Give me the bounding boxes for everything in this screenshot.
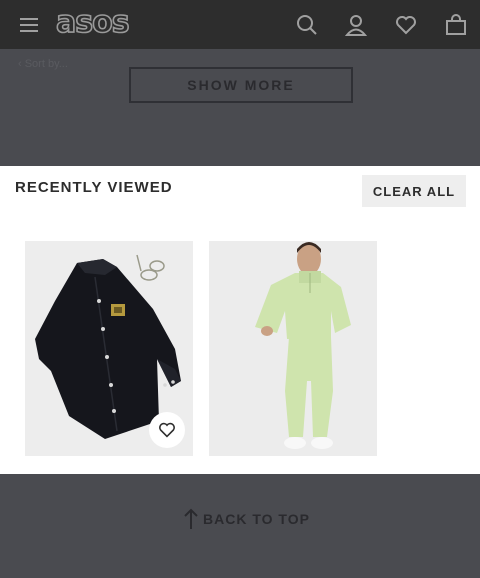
top-header: asos bbox=[0, 0, 480, 49]
show-more-button[interactable]: SHOW MORE bbox=[129, 67, 353, 103]
saved-items-icon[interactable] bbox=[393, 12, 419, 38]
recently-viewed-title: RECENTLY VIEWED bbox=[15, 179, 173, 196]
save-to-wishlist-button[interactable] bbox=[149, 412, 185, 448]
arrow-up-icon bbox=[184, 508, 198, 529]
back-to-top-link[interactable]: BACK TO TOP bbox=[183, 508, 310, 530]
footer-area: BACK TO TOP bbox=[0, 474, 480, 578]
recently-viewed-panel: RECENTLY VIEWED CLEAR ALL bbox=[0, 166, 480, 474]
product-card-tracksuit[interactable] bbox=[209, 241, 377, 456]
bag-icon[interactable] bbox=[443, 12, 469, 38]
heart-icon bbox=[159, 422, 175, 438]
faint-sort-label: ‹ Sort by... bbox=[18, 58, 68, 70]
search-icon[interactable] bbox=[294, 12, 320, 38]
account-icon[interactable] bbox=[343, 12, 369, 38]
asos-logo[interactable]: asos bbox=[55, 4, 130, 41]
back-to-top-label: BACK TO TOP bbox=[203, 511, 310, 527]
menu-icon[interactable] bbox=[16, 12, 42, 38]
tracksuit-image bbox=[209, 241, 377, 456]
clear-all-button[interactable]: CLEAR ALL bbox=[362, 175, 466, 207]
product-card-shirt[interactable] bbox=[25, 241, 193, 456]
